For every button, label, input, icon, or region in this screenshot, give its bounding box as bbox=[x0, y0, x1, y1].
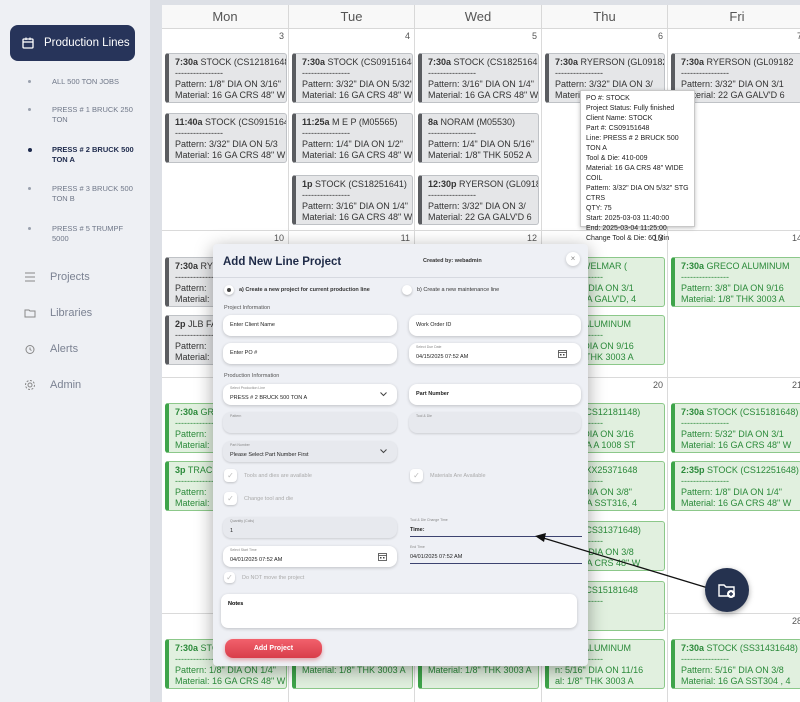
folder-add-icon bbox=[718, 584, 735, 598]
annotation-arrow bbox=[535, 533, 719, 592]
add-project-fab[interactable] bbox=[705, 568, 749, 612]
app-root: Production Lines ALL 500 TON JOBS PRESS … bbox=[0, 0, 800, 702]
